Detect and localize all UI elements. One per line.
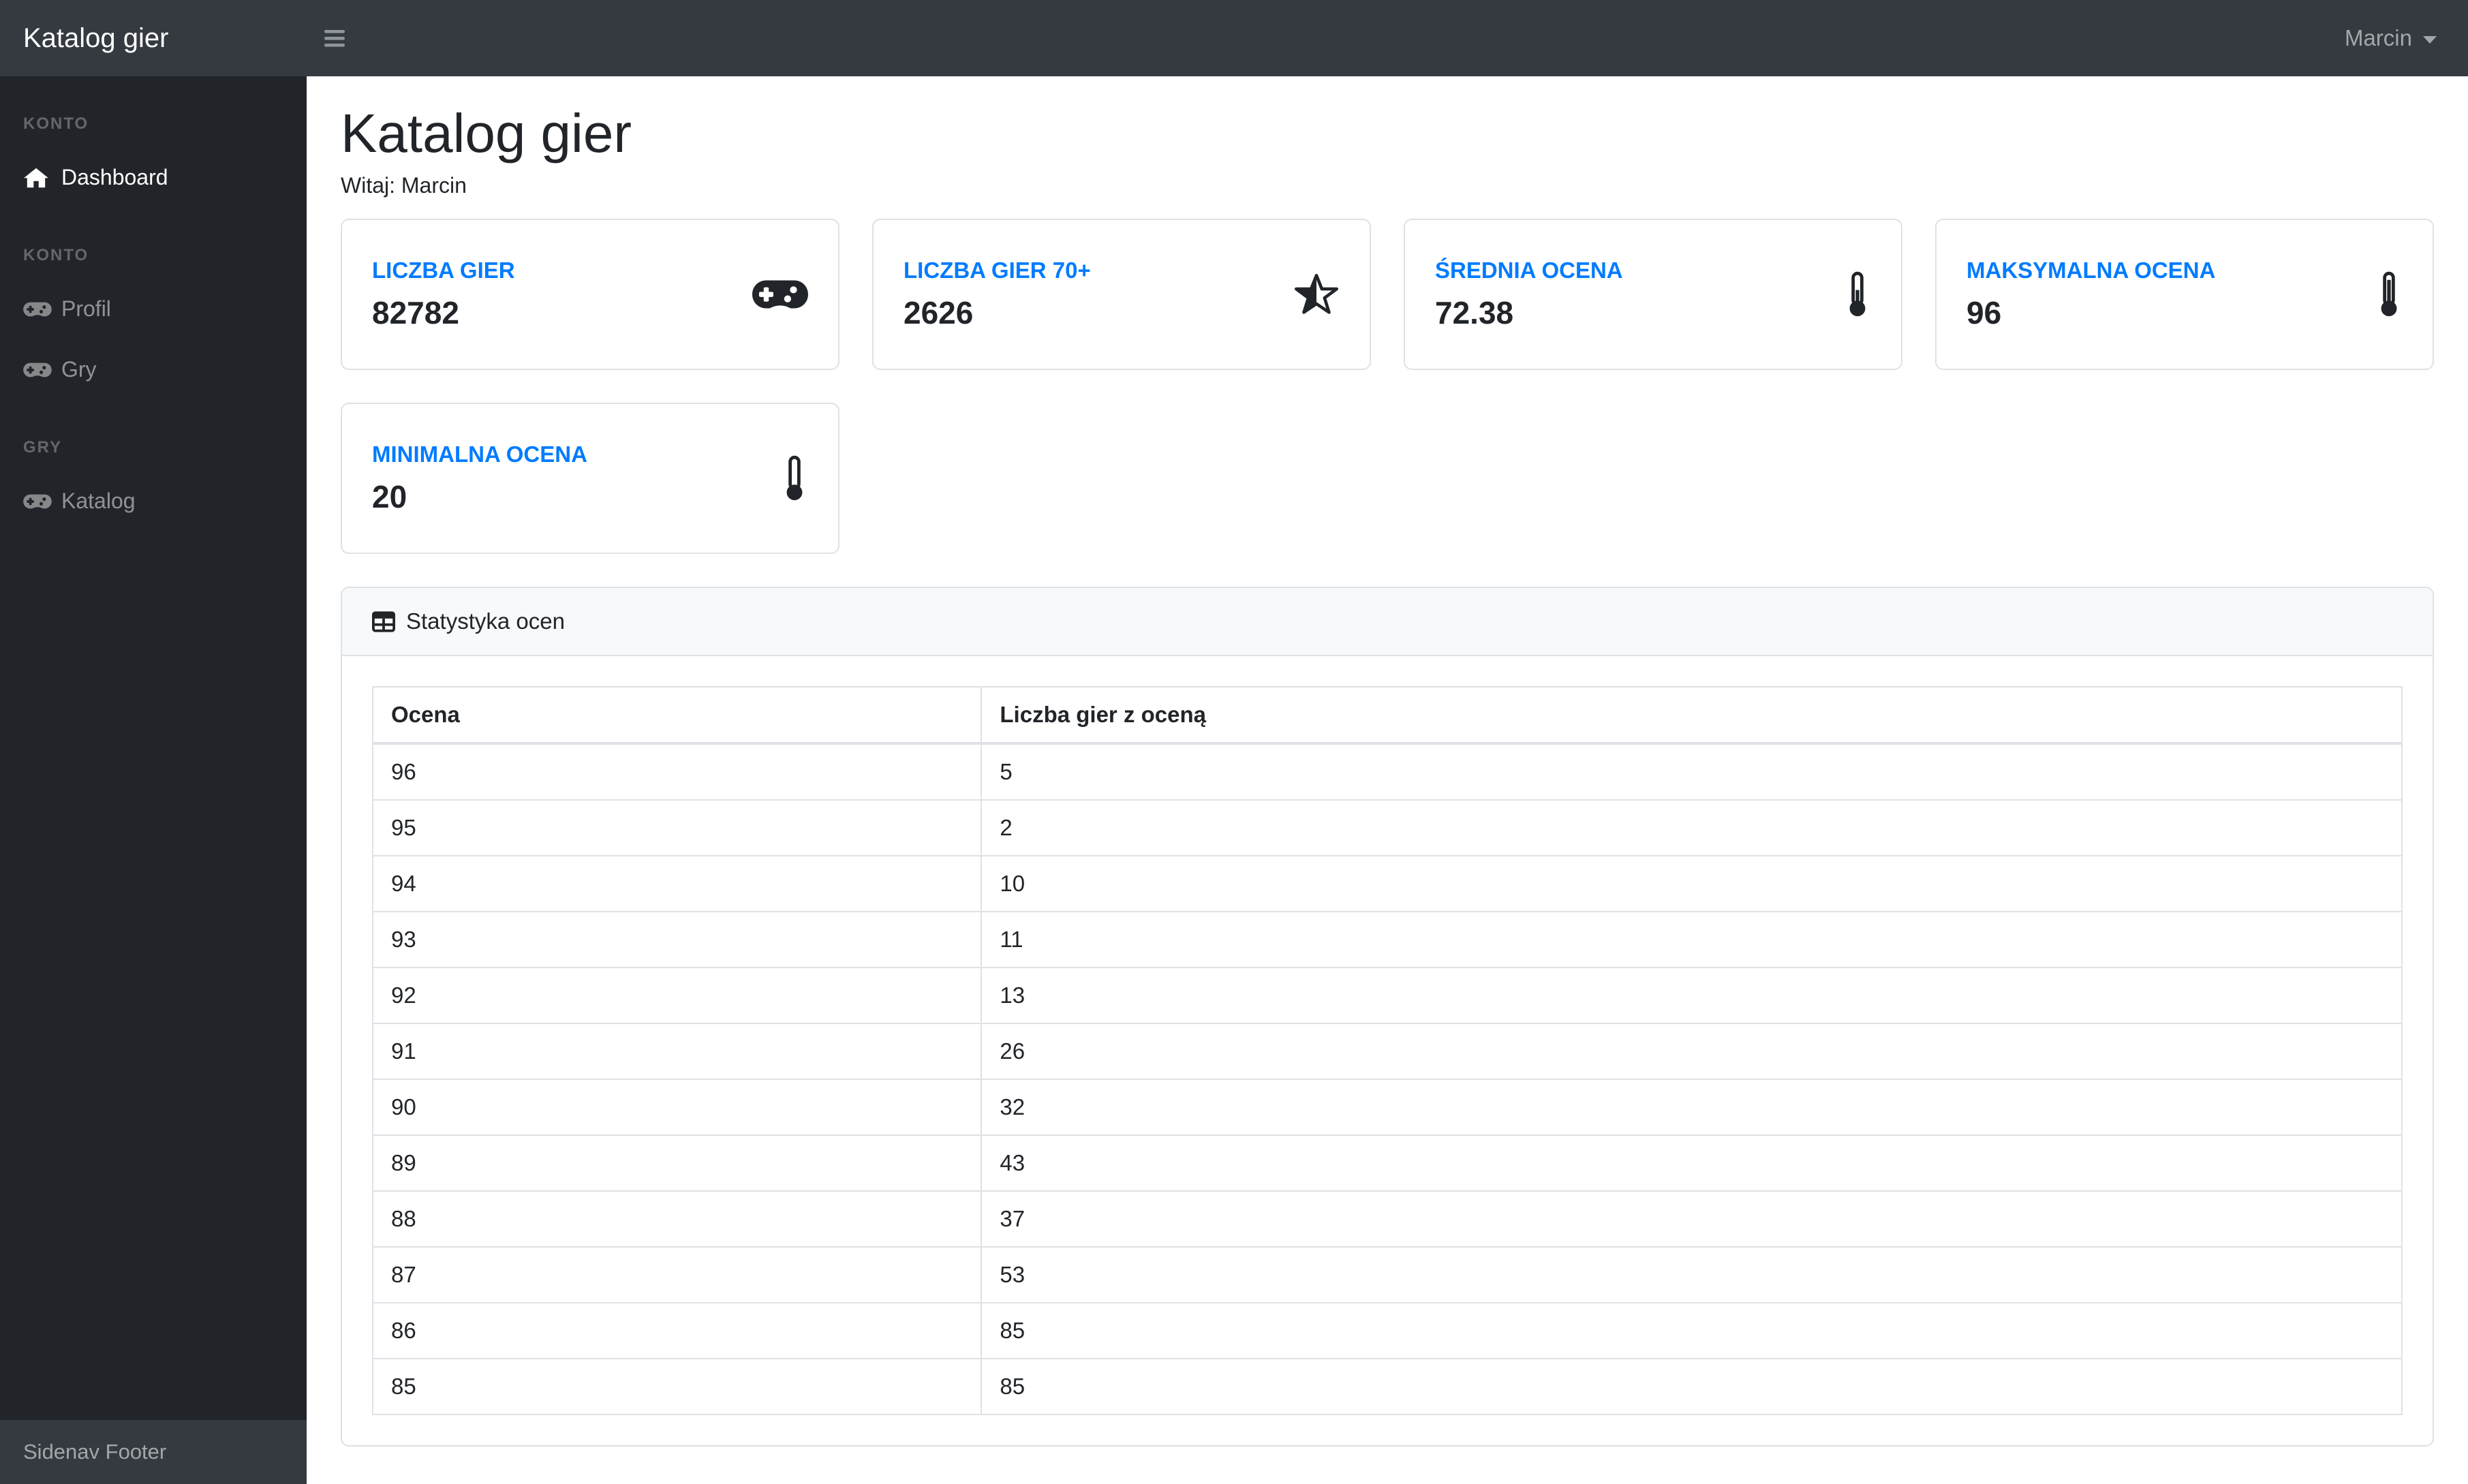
stat-card-liczba-gier: LICZBA GIER 82782 bbox=[341, 219, 839, 370]
sidebar-item-gry[interactable]: Gry bbox=[0, 339, 307, 400]
ocena-cell: 96 bbox=[371, 743, 983, 801]
count-cell: 13 bbox=[981, 967, 2403, 1024]
sidenav-footer: Sidenav Footer bbox=[0, 1420, 307, 1484]
ocena-cell: 88 bbox=[371, 1190, 983, 1248]
count-cell: 32 bbox=[981, 1079, 2403, 1136]
stats-card-header: Statystyka ocen bbox=[342, 588, 2433, 656]
ocena-cell: 87 bbox=[371, 1246, 983, 1303]
stat-card-value: 96 bbox=[1966, 295, 2002, 330]
stats-table: Ocena Liczba gier z oceną 96 5 95 2 94 10 9… bbox=[371, 686, 2403, 1415]
table-row: 90 32 bbox=[371, 1079, 2403, 1136]
ocena-cell: 86 bbox=[371, 1302, 983, 1359]
count-cell: 43 bbox=[981, 1134, 2403, 1192]
ocena-cell: 94 bbox=[371, 855, 983, 912]
user-name: Marcin bbox=[2344, 25, 2412, 50]
table-icon bbox=[372, 610, 395, 632]
stat-card-info: LICZBA GIER 70+ 2626 bbox=[904, 258, 1091, 331]
table-header-row: Ocena Liczba gier z oceną bbox=[371, 686, 2403, 745]
stat-card-info: MAKSYMALNA OCENA 96 bbox=[1966, 258, 2215, 331]
sidebar-item-profil[interactable]: Profil bbox=[0, 279, 307, 339]
sidenav-heading-konto-1: KONTO bbox=[23, 114, 89, 133]
table-row: 95 2 bbox=[371, 799, 2403, 856]
star-half-icon bbox=[1293, 272, 1340, 317]
stat-card-info: LICZBA GIER 82782 bbox=[372, 258, 515, 331]
ocena-cell: 93 bbox=[371, 911, 983, 968]
count-cell: 26 bbox=[981, 1023, 2403, 1080]
stat-card-label: MAKSYMALNA OCENA bbox=[1966, 258, 2216, 283]
table-row: 91 26 bbox=[371, 1023, 2403, 1080]
sidenav-heading-gry: GRY bbox=[23, 438, 63, 457]
stat-card-label: LICZBA GIER bbox=[372, 258, 515, 283]
main-content: Katalog gier Witaj: Marcin LICZBA GIER 8… bbox=[307, 76, 2468, 1447]
gamepad-icon bbox=[23, 361, 61, 379]
stat-card-info: MINIMALNA OCENA 20 bbox=[372, 442, 587, 515]
page-title: Katalog gier bbox=[341, 103, 632, 164]
count-cell: 11 bbox=[981, 911, 2403, 968]
thermometer-half-icon bbox=[1844, 271, 1871, 318]
stat-card-srednia-ocena: ŚREDNIA OCENA 72.38 bbox=[1404, 219, 1902, 370]
count-cell: 53 bbox=[981, 1246, 2403, 1303]
stat-card-minimalna-ocena: MINIMALNA OCENA 20 bbox=[341, 403, 839, 554]
count-cell: 85 bbox=[981, 1302, 2403, 1359]
stat-card-label: LICZBA GIER 70+ bbox=[904, 258, 1091, 283]
stats-card-body: Ocena Liczba gier z oceną 96 5 95 2 94 10 9… bbox=[342, 656, 2433, 1445]
user-dropdown[interactable]: Marcin bbox=[2345, 25, 2468, 51]
thermometer-full-icon bbox=[2375, 271, 2403, 318]
stat-card-value: 20 bbox=[372, 479, 407, 514]
ocena-cell: 89 bbox=[371, 1134, 983, 1192]
welcome-text: Witaj: Marcin bbox=[341, 173, 467, 198]
stat-cards-row: LICZBA GIER 82782 LICZBA GIER 70+ 2626 Ś… bbox=[341, 219, 2434, 554]
table-row: 94 10 bbox=[371, 855, 2403, 912]
table-row: 96 5 bbox=[371, 743, 2403, 801]
column-header-ocena: Ocena bbox=[371, 686, 983, 745]
stats-card: Statystyka ocen Ocena Liczba gier z ocen… bbox=[341, 587, 2434, 1447]
table-row: 93 11 bbox=[371, 911, 2403, 968]
sidenav: KONTO Dashboard KONTO Profil Gry GRY Kat… bbox=[0, 76, 307, 1484]
bars-icon bbox=[324, 29, 345, 47]
count-cell: 5 bbox=[981, 743, 2403, 801]
table-row: 87 53 bbox=[371, 1246, 2403, 1303]
table-row: 88 37 bbox=[371, 1190, 2403, 1248]
table-row: 86 85 bbox=[371, 1302, 2403, 1359]
stat-card-label: MINIMALNA OCENA bbox=[372, 442, 587, 467]
stat-card-liczba-gier-70: LICZBA GIER 70+ 2626 bbox=[872, 219, 1371, 370]
count-cell: 85 bbox=[981, 1358, 2403, 1415]
count-cell: 37 bbox=[981, 1190, 2403, 1248]
stat-card-label: ŚREDNIA OCENA bbox=[1435, 258, 1623, 283]
stat-card-value: 2626 bbox=[904, 295, 974, 330]
thermometer-empty-icon bbox=[781, 455, 808, 501]
ocena-cell: 91 bbox=[371, 1023, 983, 1080]
sidenav-footer-label: Sidenav Footer bbox=[23, 1440, 167, 1464]
topnav: Katalog gier Marcin bbox=[0, 0, 2468, 76]
sidebar-item-label: Gry bbox=[61, 357, 97, 382]
count-cell: 2 bbox=[981, 799, 2403, 856]
ocena-cell: 92 bbox=[371, 967, 983, 1024]
app-brand[interactable]: Katalog gier bbox=[0, 23, 308, 54]
table-row: 89 43 bbox=[371, 1134, 2403, 1192]
sidebar-item-label: Profil bbox=[61, 296, 111, 321]
ocena-cell: 90 bbox=[371, 1079, 983, 1136]
sidebar-item-dashboard[interactable]: Dashboard bbox=[0, 147, 307, 208]
stat-card-value: 82782 bbox=[372, 295, 459, 330]
column-header-liczba: Liczba gier z oceną bbox=[981, 686, 2403, 745]
stat-card-info: ŚREDNIA OCENA 72.38 bbox=[1435, 258, 1623, 331]
table-row: 85 85 bbox=[371, 1358, 2403, 1415]
sidebar-item-label: Dashboard bbox=[61, 165, 168, 189]
sidebar-item-katalog[interactable]: Katalog bbox=[0, 471, 307, 531]
stat-card-maksymalna-ocena: MAKSYMALNA OCENA 96 bbox=[1935, 219, 2434, 370]
ocena-cell: 95 bbox=[371, 799, 983, 856]
sidenav-heading-konto-2: KONTO bbox=[23, 246, 89, 264]
sidebar-toggle-button[interactable] bbox=[315, 22, 354, 55]
home-icon bbox=[23, 166, 61, 189]
gamepad-icon bbox=[23, 493, 61, 510]
table-row: 92 13 bbox=[371, 967, 2403, 1024]
ocena-cell: 85 bbox=[371, 1358, 983, 1415]
caret-down-icon bbox=[2423, 35, 2437, 44]
stat-card-value: 72.38 bbox=[1435, 295, 1514, 330]
count-cell: 10 bbox=[981, 855, 2403, 912]
stats-card-title: Statystyka ocen bbox=[406, 608, 565, 634]
gamepad-icon bbox=[752, 277, 808, 312]
sidebar-item-label: Katalog bbox=[61, 489, 136, 513]
gamepad-icon bbox=[23, 300, 61, 318]
